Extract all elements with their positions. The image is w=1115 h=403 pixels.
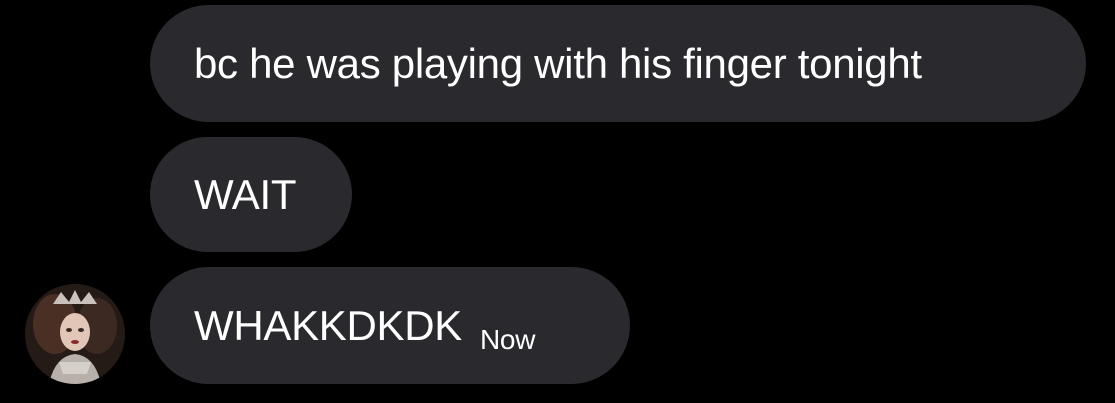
- avatar-photo-icon: [25, 284, 125, 384]
- message-text: WHAKKDKDK: [194, 301, 463, 349]
- message-text: bc he was playing with his finger tonigh…: [194, 39, 922, 87]
- chat-thread: bc he was playing with his finger tonigh…: [0, 0, 1115, 403]
- message-bubble[interactable]: WHAKKDKDK Now: [150, 267, 630, 384]
- message-timestamp: Now: [480, 323, 536, 355]
- message-bubble[interactable]: bc he was playing with his finger tonigh…: [150, 5, 1086, 122]
- avatar[interactable]: [25, 284, 125, 384]
- message-bubble[interactable]: WAIT: [150, 137, 352, 252]
- message-text: WAIT: [194, 170, 297, 218]
